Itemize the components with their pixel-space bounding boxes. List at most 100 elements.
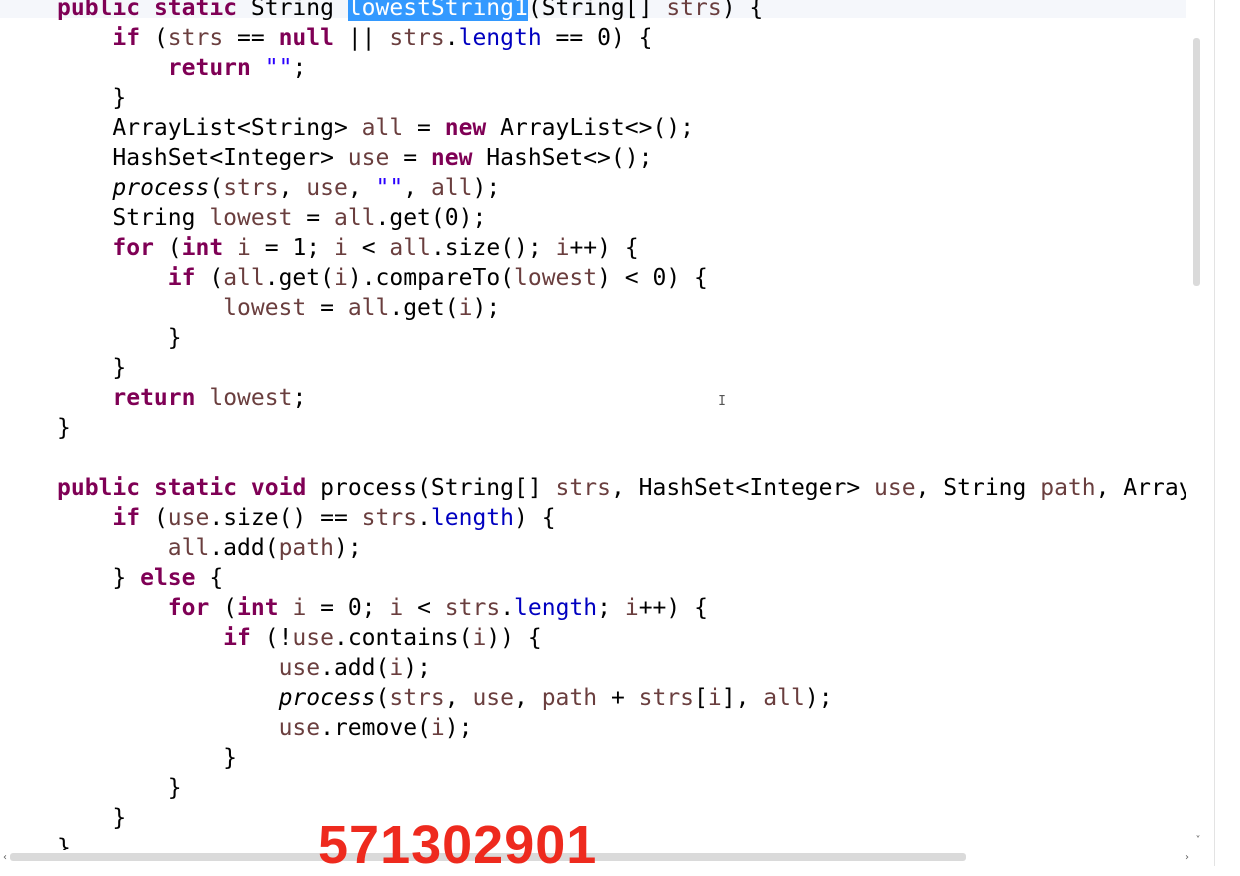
code-token: ); <box>472 175 501 201</box>
code-token: strs <box>666 0 722 21</box>
code-token: , <box>514 685 542 711</box>
code-editor[interactable]: public static String lowestString1(Strin… <box>0 0 1192 850</box>
code-token: ); <box>333 535 362 561</box>
code-token: = <box>292 205 334 231</box>
scroll-right-arrow-icon[interactable]: › <box>1182 852 1192 864</box>
code-token: == 0) { <box>541 25 653 51</box>
code-token: length <box>430 505 515 531</box>
code-token: } <box>57 745 238 771</box>
code-line: } <box>57 413 71 443</box>
code-token: if <box>112 25 141 51</box>
scroll-left-arrow-icon[interactable]: ‹ <box>0 852 10 864</box>
code-token: < <box>403 595 445 621</box>
code-token: static <box>153 0 238 21</box>
code-token: lowest <box>223 295 307 321</box>
code-line: return lowest; <box>57 383 306 413</box>
code-token: .size(); <box>430 235 556 261</box>
code-token: ++) { <box>638 595 708 621</box>
code-token: all <box>389 235 431 261</box>
text-cursor-icon: I <box>718 394 726 409</box>
code-line: } <box>57 83 126 113</box>
code-token: strs <box>167 25 224 51</box>
code-token: (String[] <box>527 0 667 21</box>
code-token: , <box>278 175 307 201</box>
code-token: , <box>444 685 473 711</box>
code-token: = <box>403 115 445 141</box>
code-line: } else { <box>57 563 223 593</box>
code-line: for (int i = 1; i < all.size(); i++) { <box>57 233 639 263</box>
code-token: all <box>763 685 805 711</box>
code-token: ( <box>195 265 224 291</box>
code-token: use <box>874 475 916 501</box>
code-token: i <box>292 595 307 621</box>
code-token: } <box>57 775 182 801</box>
editor-right-border <box>1214 0 1215 866</box>
code-line: if (all.get(i).compareTo(lowest) < 0) { <box>57 263 708 293</box>
code-token: , String <box>915 475 1041 501</box>
code-token: use <box>347 145 390 171</box>
code-token: i <box>624 595 639 621</box>
watermark-number: 571302901 <box>318 815 598 875</box>
code-token: ).compareTo( <box>347 265 515 291</box>
code-token: ( <box>140 505 168 531</box>
code-token: public <box>57 475 141 501</box>
code-token: i <box>458 295 473 321</box>
code-token: , <box>403 175 431 201</box>
code-line: HashSet<Integer> use = new HashSet<>(); <box>57 143 652 173</box>
code-token: = <box>389 145 431 171</box>
code-token: lowest <box>209 385 293 411</box>
code-token: ( <box>209 175 224 201</box>
selected-text: lowestString1 <box>347 0 528 21</box>
code-token: ( <box>140 25 168 51</box>
code-token: , HashSet<Integer> <box>610 475 875 501</box>
code-token: return <box>112 385 196 411</box>
code-line: } <box>57 773 182 803</box>
code-token: [ <box>694 685 708 711</box>
code-line: for (int i = 0; i < strs.length; i++) { <box>57 593 708 623</box>
code-token: ); <box>804 685 833 711</box>
code-token: ++) { <box>569 235 639 261</box>
code-token: strs <box>361 505 418 531</box>
vertical-scrollbar-thumb[interactable] <box>1193 38 1200 286</box>
code-token: ( <box>153 235 182 261</box>
horizontal-scrollbar[interactable]: ‹ › <box>0 850 1214 866</box>
code-token: all <box>333 205 376 231</box>
code-line: process(strs, use, "", all); <box>57 173 500 203</box>
code-token: = <box>306 295 348 321</box>
code-token: )) { <box>486 625 542 651</box>
code-token: path <box>541 685 598 711</box>
code-token: strs <box>389 685 445 711</box>
code-token: use <box>278 715 321 741</box>
code-token: String <box>237 0 348 21</box>
code-token: } <box>57 835 71 850</box>
code-token: all <box>223 265 265 291</box>
code-line: } <box>57 803 126 833</box>
code-line: process(strs, use, path + strs[i], all); <box>57 683 833 713</box>
code-token: if <box>223 625 251 651</box>
code-token: i <box>707 685 722 711</box>
code-token: = 0; <box>306 595 390 621</box>
code-token: String <box>57 205 210 231</box>
code-line: } <box>57 323 182 353</box>
code-line: } <box>57 743 237 773</box>
code-token: void <box>250 475 307 501</box>
code-token: strs <box>223 175 279 201</box>
code-token: . <box>444 25 459 51</box>
code-token: use <box>306 175 348 201</box>
code-token: HashSet<Integer> <box>57 145 348 171</box>
code-token: length <box>458 25 542 51</box>
code-token: if <box>112 505 141 531</box>
code-line: ArrayList<String> all = new ArrayList<>(… <box>57 113 694 143</box>
code-line: use.add(i); <box>57 653 431 683</box>
code-token: return <box>167 55 251 81</box>
code-token: ) { <box>514 505 556 531</box>
vertical-scrollbar[interactable] <box>1186 0 1202 850</box>
scroll-down-arrow-icon[interactable]: ˅ <box>1192 835 1204 847</box>
